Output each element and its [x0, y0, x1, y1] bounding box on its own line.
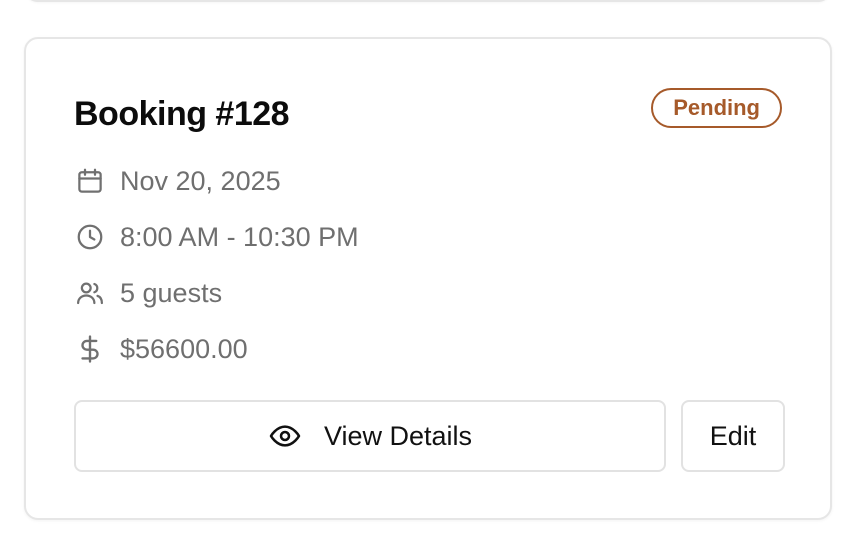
booking-date: Nov 20, 2025: [120, 165, 281, 196]
clock-icon: [74, 221, 106, 253]
view-details-label: View Details: [323, 420, 473, 451]
price-row: $56600.00: [74, 331, 248, 367]
status-badge: Pending: [651, 88, 782, 128]
edit-button[interactable]: Edit: [681, 400, 785, 472]
time-row: 8:00 AM - 10:30 PM: [74, 219, 359, 255]
booking-price: $56600.00: [120, 333, 248, 364]
edit-label: Edit: [709, 420, 757, 451]
booking-card: Booking #128 Pending Nov 20, 2025 8:00 A…: [24, 37, 832, 520]
guests-row: 5 guests: [74, 275, 222, 311]
view-details-button[interactable]: View Details: [74, 400, 666, 472]
eye-icon: [268, 419, 302, 453]
booking-guests: 5 guests: [120, 277, 223, 308]
booking-title: Booking #128: [74, 95, 290, 133]
date-row: Nov 20, 2025: [74, 163, 281, 199]
dollar-icon: [74, 333, 106, 365]
booking-time: 8:00 AM - 10:30 PM: [120, 221, 359, 252]
previous-booking-card: [24, 0, 832, 2]
calendar-icon: [74, 165, 106, 197]
users-icon: [74, 277, 106, 309]
